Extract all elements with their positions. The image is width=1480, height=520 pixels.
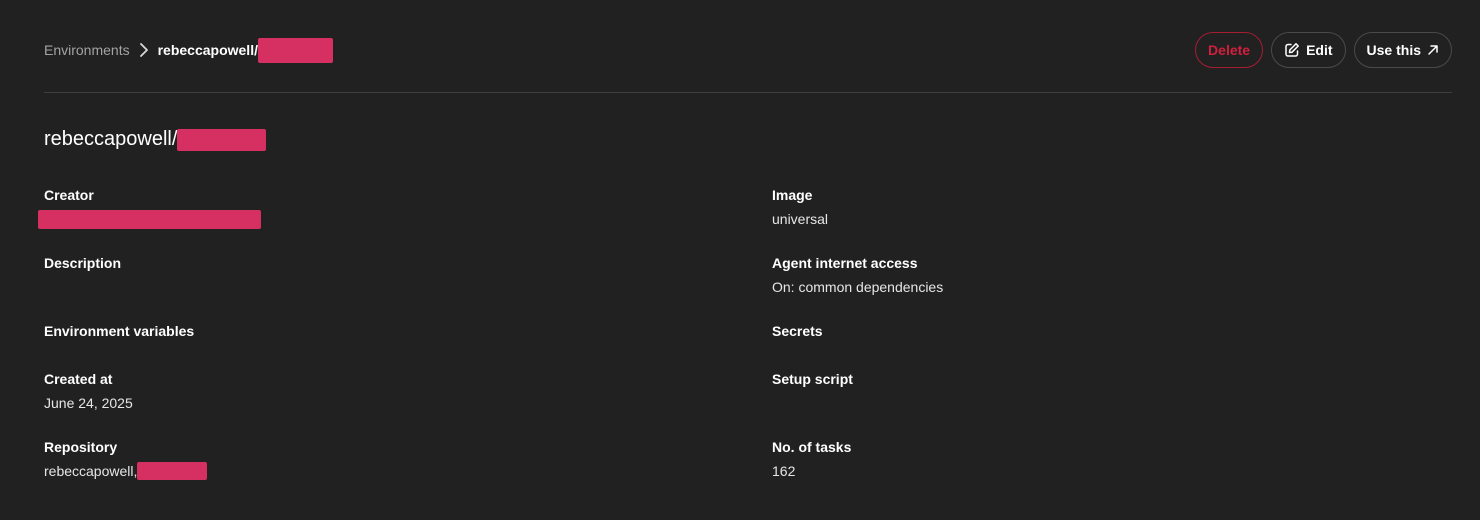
- field-creator: Creator: [38, 185, 261, 229]
- field-created-at-label: Created at: [44, 371, 113, 387]
- edit-button[interactable]: Edit: [1271, 32, 1346, 68]
- breadcrumb: Environments rebeccapowell/: [44, 37, 333, 63]
- field-secrets-label: Secrets: [772, 323, 823, 339]
- breadcrumb-current-label: rebeccapowell/: [157, 42, 258, 58]
- use-this-button-label: Use this: [1366, 42, 1421, 58]
- field-created-at: Created at June 24, 2025: [44, 369, 133, 413]
- arrow-up-right-icon: [1427, 44, 1439, 56]
- field-secrets-value: [772, 345, 823, 365]
- field-no-of-tasks-value: 162: [772, 463, 796, 479]
- field-no-of-tasks-label: No. of tasks: [772, 439, 852, 455]
- field-setup-script: Setup script: [772, 369, 853, 413]
- field-creator-label: Creator: [44, 187, 94, 203]
- chevron-right-icon: [136, 42, 152, 58]
- field-agent-internet-access: Agent internet access On: common depende…: [772, 253, 943, 297]
- field-created-at-value: June 24, 2025: [44, 395, 133, 411]
- delete-button[interactable]: Delete: [1195, 32, 1264, 68]
- field-repository: Repository rebeccapowell,: [44, 437, 208, 481]
- page-header: Environments rebeccapowell/ Delete Edit …: [44, 30, 1452, 70]
- field-image: Image universal: [772, 185, 828, 229]
- redaction-block: [177, 128, 267, 151]
- field-setup-script-value: [772, 393, 853, 413]
- breadcrumb-current: rebeccapowell/: [157, 37, 333, 63]
- field-environment-variables-value: [44, 345, 194, 365]
- field-environment-variables-label: Environment variables: [44, 323, 195, 339]
- breadcrumb-environments-link[interactable]: Environments: [44, 42, 130, 58]
- edit-button-label: Edit: [1306, 42, 1333, 58]
- field-environment-variables: Environment variables: [44, 321, 194, 365]
- pencil-square-icon: [1284, 42, 1300, 58]
- page-title: rebeccapowell/: [44, 128, 267, 151]
- field-secrets: Secrets: [772, 321, 823, 365]
- field-agent-internet-access-label: Agent internet access: [772, 255, 918, 271]
- field-description-value: [44, 277, 121, 297]
- redaction-block: [137, 462, 208, 480]
- redaction-block: [38, 209, 261, 229]
- field-image-value: universal: [772, 211, 829, 227]
- field-repository-value: rebeccapowell,: [44, 461, 208, 481]
- header-actions: Delete Edit Use this: [1195, 32, 1452, 68]
- redaction-block: [257, 37, 333, 63]
- use-this-button[interactable]: Use this: [1353, 32, 1452, 68]
- page-title-text: rebeccapowell/: [44, 128, 178, 150]
- field-description-label: Description: [44, 255, 122, 271]
- field-creator-value: [38, 209, 261, 229]
- field-image-label: Image: [772, 187, 813, 203]
- environment-detail-page: Environments rebeccapowell/ Delete Edit …: [0, 0, 1480, 520]
- header-divider: [44, 92, 1452, 93]
- field-repository-label: Repository: [44, 439, 118, 455]
- field-no-of-tasks: No. of tasks 162: [772, 437, 851, 481]
- field-description: Description: [44, 253, 121, 297]
- field-setup-script-label: Setup script: [772, 371, 853, 387]
- field-repository-text: rebeccapowell,: [44, 463, 138, 479]
- delete-button-label: Delete: [1208, 42, 1251, 58]
- field-agent-internet-access-value: On: common dependencies: [772, 279, 944, 295]
